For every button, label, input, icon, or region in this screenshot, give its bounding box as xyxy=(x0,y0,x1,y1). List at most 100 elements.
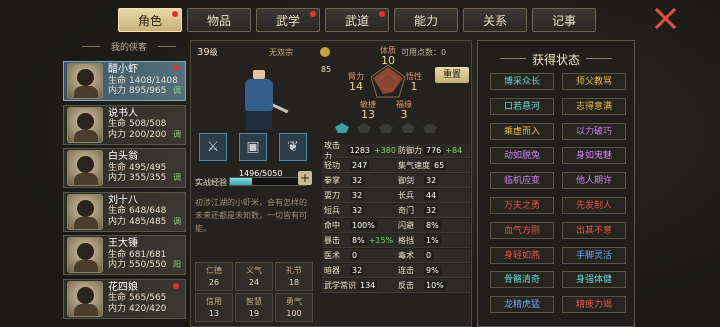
hero-name: 刘十八 xyxy=(108,194,138,206)
hp-label: 生命 xyxy=(108,75,127,86)
hero-card[interactable]: 刘十八 生命 648/648 内力 485/485 调 xyxy=(63,191,186,232)
status-title: 获得状态 xyxy=(478,51,634,68)
stat-cell: 武学常识 134 xyxy=(322,279,396,293)
status-badge[interactable]: 身轻如燕 xyxy=(490,246,554,264)
virtue-value: 18 xyxy=(288,278,300,287)
status-badge[interactable]: 骨骼清奇 xyxy=(490,271,554,289)
status-badge[interactable]: 手脚灵活 xyxy=(562,246,626,264)
hero-info: 白头翁 生命 495/495 内力 355/355 xyxy=(108,152,166,184)
stat-value: 32 xyxy=(424,206,439,215)
tab-5[interactable]: 关系 xyxy=(463,8,527,32)
hero-hp: 生命 681/681 xyxy=(108,250,166,261)
hero-mp: 内力 355/355 xyxy=(108,173,166,184)
stat-cell: 闪避 8% xyxy=(396,219,470,233)
avatar xyxy=(67,280,103,317)
virtue-label: 义气 xyxy=(246,266,262,275)
gem-icon[interactable] xyxy=(423,123,437,133)
status-badge[interactable]: 他人期许 xyxy=(562,172,626,190)
close-icon[interactable] xyxy=(653,6,677,30)
stat-cell: 奇门 32 xyxy=(396,204,470,218)
avatar xyxy=(67,63,103,99)
stat-cell: 反击 10% xyxy=(396,279,470,293)
notification-dot xyxy=(173,282,179,289)
gem-icon[interactable] xyxy=(357,123,371,133)
mp-value: 550/550 xyxy=(129,260,167,271)
hero-name: 王大锤 xyxy=(108,238,138,250)
tab-1[interactable]: 物品 xyxy=(187,8,251,32)
virtue-cell: 智慧 19 xyxy=(235,293,273,322)
mp-value: 200/200 xyxy=(129,129,167,140)
armor-slot-icon[interactable]: ▣ xyxy=(239,133,267,161)
stat-label: 集气速度 xyxy=(398,161,430,170)
mp-value: 355/355 xyxy=(129,173,167,184)
hero-card[interactable]: 白头翁 生命 495/495 内力 355/355 调 xyxy=(63,148,186,188)
status-badge[interactable]: 乘虚而入 xyxy=(490,122,554,140)
tab-4[interactable]: 能力 xyxy=(394,8,458,32)
status-badge[interactable]: 血气方刚 xyxy=(490,221,554,239)
stat-cell: 攻击力 1283 +380 xyxy=(322,141,396,161)
virtue-cell: 义气 24 xyxy=(235,262,273,291)
status-badge[interactable]: 师父教骂 xyxy=(562,73,626,90)
stat-cell: 拳掌 32 xyxy=(322,174,396,188)
stat-cell: 短兵 32 xyxy=(322,204,396,218)
mp-label: 内力 xyxy=(108,173,127,184)
stat-label: 反击 xyxy=(398,281,414,290)
hero-card[interactable]: 王大锤 生命 681/681 内力 550/550 阳 xyxy=(63,235,186,275)
tab-6[interactable]: 记事 xyxy=(532,8,596,32)
mp-label: 内力 xyxy=(108,86,127,97)
gem-slots xyxy=(335,123,437,133)
status-badge[interactable]: 先发制人 xyxy=(562,197,626,214)
add-exp-button[interactable]: + xyxy=(298,171,312,185)
tab-2[interactable]: 武学 xyxy=(256,8,320,32)
stat-label: 闪避 xyxy=(398,221,414,230)
status-badge[interactable]: 精疲力竭 xyxy=(562,296,626,314)
hero-card[interactable]: 花四娘 生命 565/565 内力 420/420 xyxy=(63,278,186,319)
attr-value-agility: 13 xyxy=(361,108,375,121)
hero-tag: 阳 xyxy=(173,260,181,269)
notification-dot xyxy=(379,11,385,17)
hero-name: 说书人 xyxy=(108,107,138,119)
avatar xyxy=(67,193,103,230)
stat-label: 耍刀 xyxy=(324,191,340,200)
stat-label: 御剑 xyxy=(398,176,414,185)
tab-0[interactable]: 角色 xyxy=(118,8,182,32)
hero-tag: 调 xyxy=(173,129,181,139)
status-badge[interactable]: 万夫之勇 xyxy=(490,197,554,214)
avatar xyxy=(67,150,103,186)
gem-icon[interactable] xyxy=(401,123,415,133)
weapon-slot-icon[interactable]: ⚔ xyxy=(199,133,227,161)
stat-cell: 命中 100% xyxy=(322,219,396,233)
status-badge[interactable]: 志得意满 xyxy=(562,97,626,115)
status-badge[interactable]: 出其不意 xyxy=(562,221,626,239)
tab-3[interactable]: 武道 xyxy=(325,8,389,32)
virtue-value: 100 xyxy=(286,309,302,318)
status-badge[interactable]: 以力破巧 xyxy=(562,122,626,140)
status-badge[interactable]: 龙精虎猛 xyxy=(490,296,554,314)
virtue-value: 19 xyxy=(248,309,260,318)
hero-tag: 调 xyxy=(173,86,181,95)
status-badge[interactable]: 动如脱兔 xyxy=(490,147,554,165)
status-badge[interactable]: 身如鬼魅 xyxy=(562,147,626,165)
status-panel: 获得状态 博采众长 师父教骂 口若悬河 志得意满 乘虚而入 以力破巧 动如脱兔 身如鬼魅 临机应… xyxy=(477,40,635,327)
status-badge[interactable]: 身强体健 xyxy=(562,271,626,289)
stat-value: 44 xyxy=(424,191,439,200)
gem-icon[interactable] xyxy=(335,123,349,133)
status-badge[interactable]: 口若悬河 xyxy=(490,97,554,115)
stat-value: 247 xyxy=(350,161,370,170)
hero-card[interactable]: 醋小虾 生命 1408/1408 内力 895/965 调 xyxy=(63,61,186,101)
character-description: 初涉江湖的小虾米，会有怎样的未来还都是未知数，一切皆有可能。 xyxy=(195,198,307,233)
hero-card[interactable]: 说书人 生命 508/508 内力 200/200 调 xyxy=(63,104,186,145)
virtue-label: 礼节 xyxy=(286,266,302,275)
accessory-slot-icon[interactable]: ❦ xyxy=(279,133,307,161)
virtue-label: 信用 xyxy=(206,297,222,306)
hp-value: 681/681 xyxy=(129,249,167,260)
virtue-value: 26 xyxy=(208,278,220,287)
status-badge[interactable]: 博采众长 xyxy=(490,73,554,90)
status-badge[interactable]: 临机应变 xyxy=(490,172,554,190)
gem-icon[interactable] xyxy=(379,123,393,133)
attr-value-strength: 14 xyxy=(349,80,363,93)
reset-button[interactable]: 重置 xyxy=(435,67,469,83)
hero-hp: 生命 565/565 xyxy=(108,293,166,304)
hero-name: 花四娘 xyxy=(108,281,138,293)
stat-cell: 毒术 0 xyxy=(396,249,470,263)
